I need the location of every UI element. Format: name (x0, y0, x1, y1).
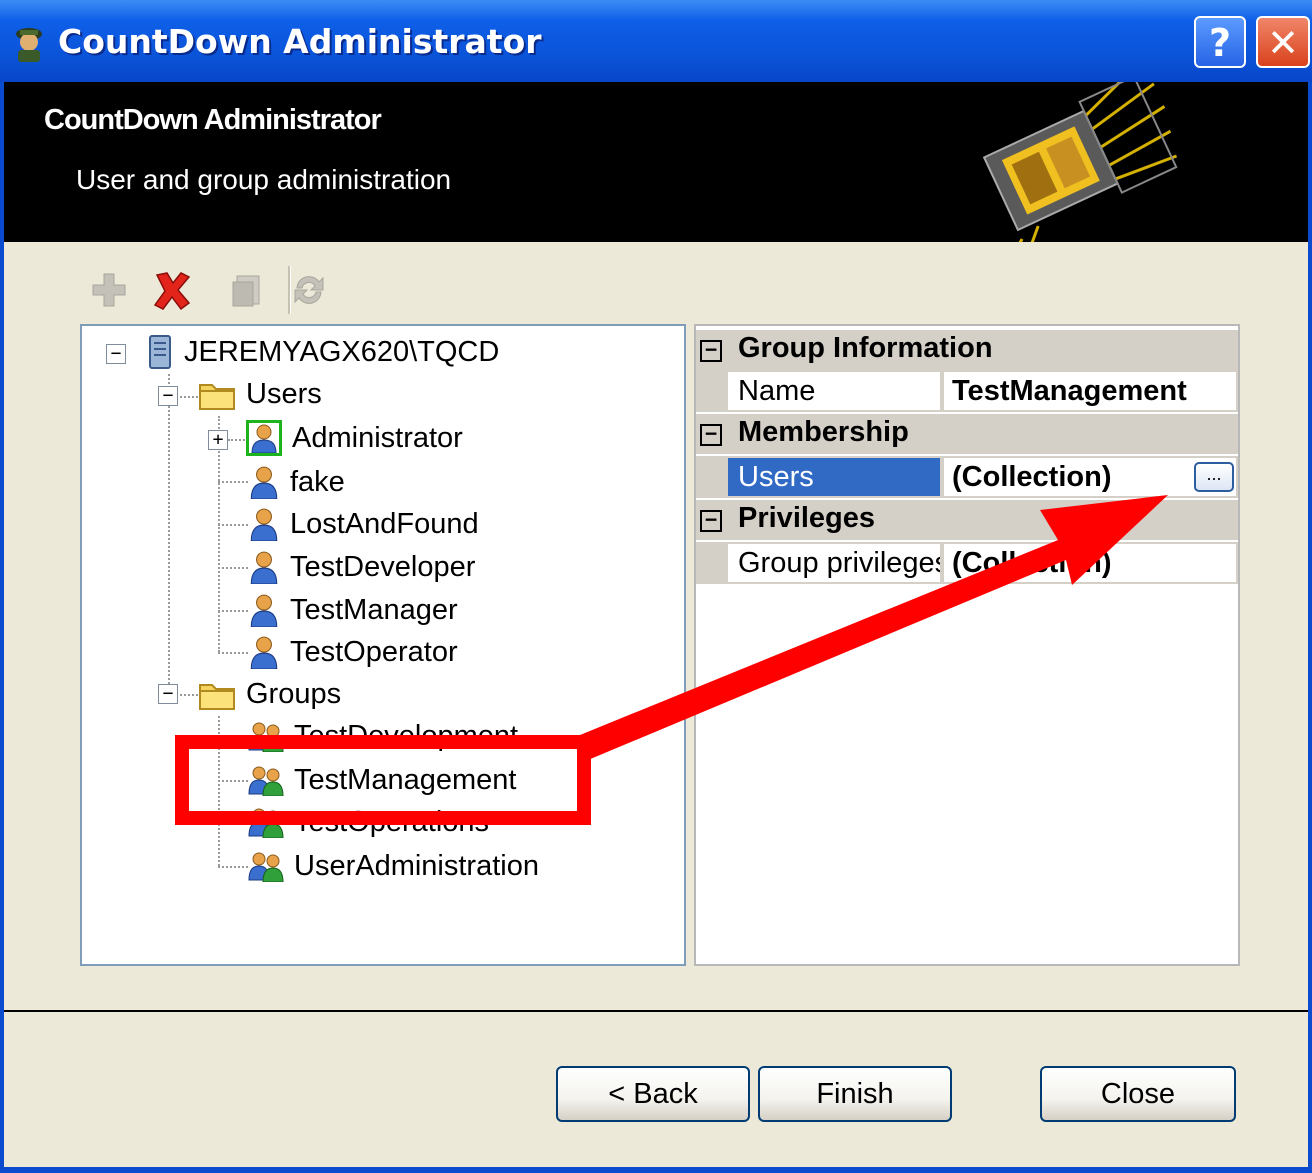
groups-folder-label: Groups (246, 677, 342, 710)
group-label: TestOperations (294, 805, 490, 838)
properties-button[interactable] (222, 262, 272, 318)
tree-node-group[interactable]: UserAdministration (248, 846, 539, 886)
group-icon (248, 808, 284, 838)
tree-node-user[interactable]: TestManager (248, 590, 458, 630)
close-button[interactable]: Close (1040, 1066, 1236, 1122)
user-icon (250, 636, 278, 669)
user-label: TestManager (290, 593, 458, 626)
banner-logo-graphic (982, 82, 1178, 242)
property-row-name[interactable]: Name TestManagement (696, 370, 1238, 412)
help-icon: ? (1208, 21, 1232, 65)
tree-root-node[interactable]: JEREMYAGX620\TQCD (146, 332, 499, 372)
collapse-icon[interactable]: − (700, 509, 722, 532)
tree-node-groups-folder[interactable]: Groups (198, 674, 341, 714)
tree-node-user[interactable]: Administrator (246, 418, 463, 458)
app-icon (16, 28, 42, 62)
server-icon (149, 335, 171, 369)
refresh-icon (294, 276, 324, 304)
collapse-users-toggle[interactable]: − (158, 386, 178, 406)
group-label: TestDevelopment (294, 719, 519, 752)
property-row-group-privileges[interactable]: Group privileges (Collection) (696, 542, 1238, 584)
property-privileges-label: Group privileges (728, 544, 940, 582)
back-button[interactable]: < Back (556, 1066, 750, 1122)
collapse-groups-toggle[interactable]: − (158, 684, 178, 704)
property-row-users[interactable]: Users (Collection) ... (696, 456, 1238, 498)
folder-icon (199, 384, 235, 410)
tree-node-users-folder[interactable]: Users (198, 374, 322, 414)
property-name-value[interactable]: TestManagement (944, 372, 1236, 410)
banner-title: CountDown Administrator (44, 104, 382, 136)
category-label: Privileges (738, 502, 876, 534)
user-label: LostAndFound (290, 507, 479, 540)
toolbar (80, 262, 1240, 318)
window-title: CountDown Administrator (58, 22, 542, 61)
delete-icon (153, 272, 191, 311)
tree-node-user[interactable]: LostAndFound (248, 504, 479, 544)
footer-divider (4, 1010, 1308, 1012)
group-icon (248, 852, 284, 882)
user-icon (250, 594, 278, 627)
expand-administrator-toggle[interactable]: + (208, 430, 228, 450)
group-label: TestManagement (294, 763, 517, 796)
property-privileges-value[interactable]: (Collection) (944, 544, 1236, 582)
refresh-button[interactable] (284, 262, 334, 318)
help-button[interactable]: ? (1194, 16, 1246, 68)
group-icon (248, 722, 284, 752)
category-group-information[interactable]: − Group Information (696, 330, 1238, 370)
add-icon (92, 273, 126, 307)
group-icon (248, 766, 284, 796)
property-users-value[interactable]: (Collection) (944, 458, 1236, 496)
user-icon (246, 420, 282, 456)
category-label: Group Information (738, 332, 993, 364)
user-icon (250, 551, 278, 584)
user-label: fake (290, 465, 345, 498)
delete-button[interactable] (146, 262, 196, 318)
collapse-root-toggle[interactable]: − (106, 344, 126, 364)
user-group-tree[interactable]: − JEREMYAGX620\TQCD − Users + Administra… (80, 324, 686, 966)
header-banner: CountDown Administrator User and group a… (4, 82, 1308, 242)
users-folder-label: Users (246, 377, 322, 410)
tree-node-group[interactable]: TestOperations (248, 802, 489, 842)
banner-subtitle: User and group administration (76, 164, 452, 195)
tree-node-group[interactable]: TestDevelopment (248, 716, 518, 756)
user-label: TestOperator (290, 635, 458, 668)
collapse-icon[interactable]: − (700, 423, 722, 446)
user-label: TestDeveloper (290, 550, 476, 583)
collapse-icon[interactable]: − (700, 339, 722, 362)
tree-node-user[interactable]: TestDeveloper (248, 547, 475, 587)
property-users-label: Users (728, 458, 940, 496)
group-label: UserAdministration (294, 849, 539, 882)
tree-node-group-selected[interactable]: TestManagement (248, 760, 516, 800)
tree-node-user[interactable]: TestOperator (248, 632, 458, 672)
tree-node-user[interactable]: fake (248, 462, 345, 502)
category-membership[interactable]: − Membership (696, 414, 1238, 454)
title-bar[interactable]: CountDown Administrator ? ✕ (0, 0, 1312, 82)
close-window-button[interactable]: ✕ (1256, 16, 1310, 68)
finish-button[interactable]: Finish (758, 1066, 952, 1122)
add-button[interactable] (84, 262, 134, 318)
property-grid[interactable]: − Group Information Name TestManagement … (694, 324, 1240, 966)
edit-collection-button[interactable]: ... (1194, 462, 1234, 492)
user-icon (250, 466, 278, 499)
properties-icon (232, 275, 260, 307)
close-icon: ✕ (1267, 21, 1299, 65)
user-label: Administrator (292, 421, 463, 454)
folder-icon (199, 684, 235, 710)
category-label: Membership (738, 416, 909, 448)
user-icon (250, 508, 278, 541)
property-name-label: Name (728, 372, 940, 410)
category-privileges[interactable]: − Privileges (696, 500, 1238, 540)
tree-root-label: JEREMYAGX620\TQCD (184, 335, 500, 368)
